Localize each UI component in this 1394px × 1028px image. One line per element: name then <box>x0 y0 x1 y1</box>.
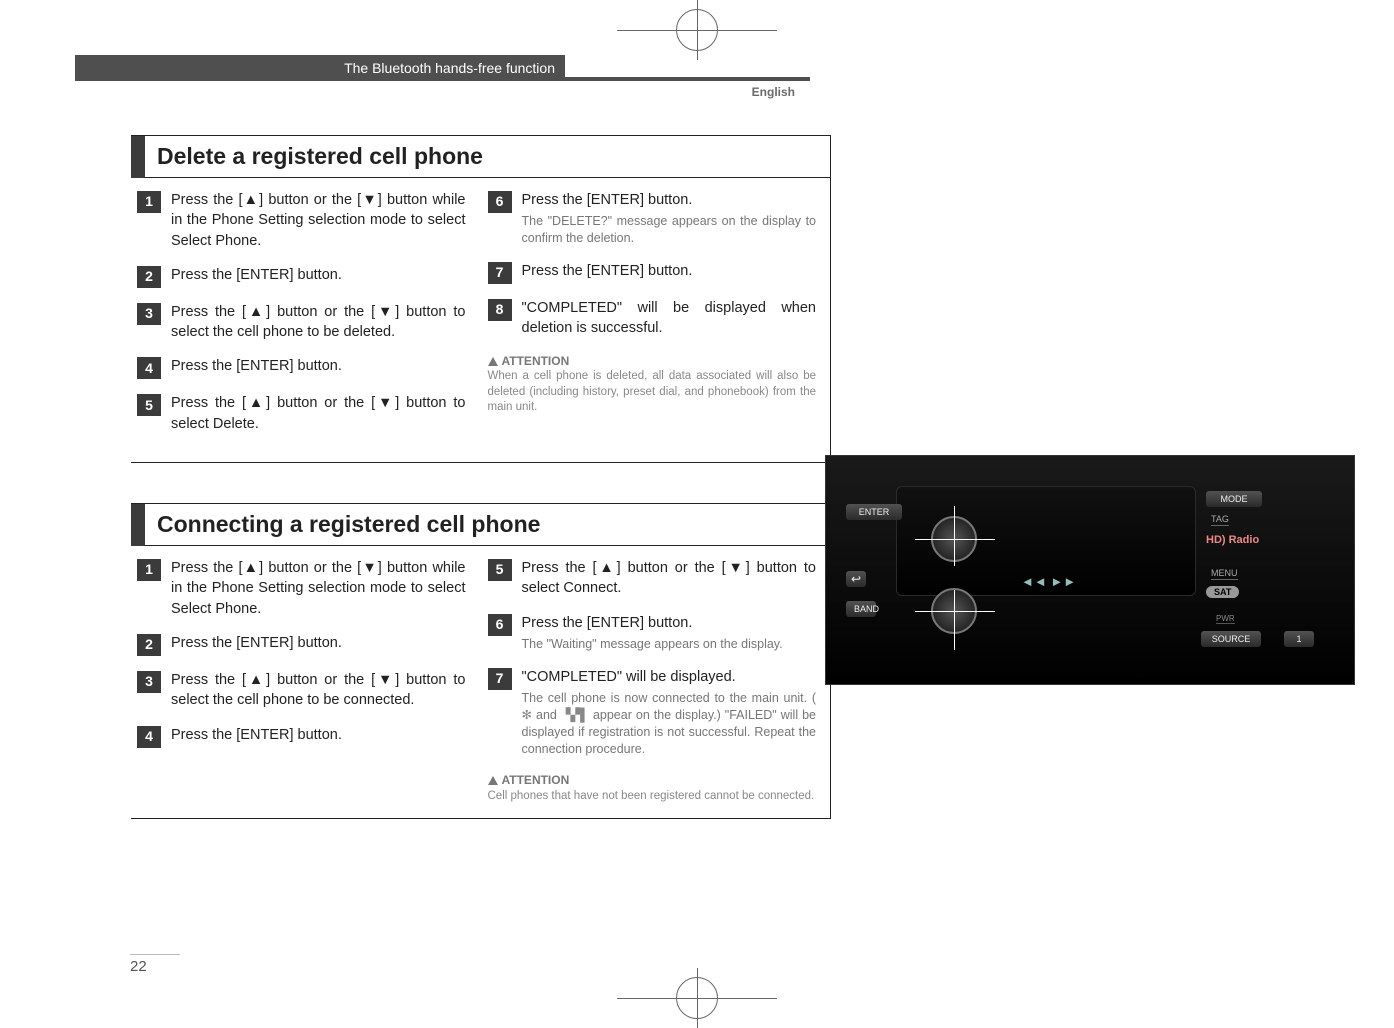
step-text: "COMPLETED" will be displayed when delet… <box>522 298 817 339</box>
step-number: 7 <box>488 262 512 284</box>
section-title: Delete a registered cell phone <box>157 143 483 170</box>
step-number: 4 <box>137 357 161 379</box>
crop-mark-top <box>617 0 777 60</box>
warning-icon <box>488 357 498 366</box>
language-label: English <box>752 85 795 99</box>
step-number: 7 <box>488 668 512 690</box>
step-text: Press the [▲] button or the [▼] button t… <box>522 558 817 599</box>
section-delete-phone: Delete a registered cell phone 1 Press th… <box>131 135 831 463</box>
step-number: 1 <box>137 559 161 581</box>
bluetooth-icon: ✻ <box>522 707 532 724</box>
step-text: Press the [▲] button or the [▼] button t… <box>171 302 466 343</box>
breadcrumb: The Bluetooth hands-free function <box>75 55 565 81</box>
step-number: 5 <box>488 559 512 581</box>
step-text: Press the [▲] button or the [▼] button w… <box>171 190 466 251</box>
page-number: 22 <box>130 954 180 975</box>
step-text: Press the [ENTER] button. <box>522 261 817 281</box>
step-number: 6 <box>488 614 512 636</box>
menu-label: MENU <box>1211 568 1238 580</box>
enter-button-label: ENTER <box>846 504 902 520</box>
attention-body: When a cell phone is deleted, all data a… <box>488 369 817 416</box>
step-text: Press the [ENTER] button. <box>171 633 466 653</box>
step-number: 8 <box>488 299 512 321</box>
step-number: 4 <box>137 726 161 748</box>
up-knob <box>931 516 977 562</box>
step-subtext: The "Waiting" message appears on the dis… <box>522 636 817 653</box>
step-text: Press the [ENTER] button. <box>171 356 466 376</box>
step-number: 3 <box>137 303 161 325</box>
step-number: 6 <box>488 191 512 213</box>
down-knob <box>931 588 977 634</box>
back-button-label: ↩ <box>846 571 866 587</box>
step-text: "COMPLETED" will be displayed. <box>522 667 817 687</box>
car-stereo-illustration: ◄◄ ►► ENTER ↩ BAND MODE TAG HD) Radio ME… <box>825 455 1355 685</box>
step-text: Press the [▲] button or the [▼] button t… <box>171 670 466 711</box>
section-connect-phone: Connecting a registered cell phone 1 Pres… <box>131 503 831 819</box>
sat-label: SAT <box>1206 586 1239 598</box>
mode-button-label: MODE <box>1206 491 1262 507</box>
section-tab <box>131 136 145 178</box>
source-button-label: SOURCE <box>1201 631 1261 647</box>
step-subtext: The cell phone is now connected to the m… <box>522 690 817 758</box>
section-title: Connecting a registered cell phone <box>157 511 540 538</box>
tag-label: TAG <box>1211 514 1229 526</box>
preset-1-button-label: 1 <box>1284 631 1314 647</box>
seek-arrows-icon: ◄◄ ►► <box>1021 574 1076 589</box>
step-number: 3 <box>137 671 161 693</box>
step-text: Press the [ENTER] button. <box>171 265 466 285</box>
step-text: Press the [ENTER] button. <box>522 190 817 210</box>
signal-icon: ▝▞▌ <box>561 707 589 724</box>
step-number: 1 <box>137 191 161 213</box>
warning-icon <box>488 776 498 785</box>
step-text: Press the [ENTER] button. <box>522 613 817 633</box>
step-number: 2 <box>137 266 161 288</box>
step-subtext: The "DELETE?" message appears on the dis… <box>522 213 817 247</box>
hdradio-logo: HD) Radio <box>1206 534 1259 546</box>
step-text: Press the [▲] button or the [▼] button w… <box>171 558 466 619</box>
section-tab <box>131 504 145 546</box>
crop-mark-bottom <box>617 968 777 1028</box>
attention-body: Cell phones that have not been registere… <box>488 789 817 805</box>
band-button-label: BAND <box>846 601 876 617</box>
attention-heading: ATTENTION <box>488 353 817 370</box>
step-number: 5 <box>137 394 161 416</box>
step-number: 2 <box>137 634 161 656</box>
pwr-label: PWR <box>1216 614 1235 624</box>
header-rule <box>565 77 810 81</box>
attention-heading: ATTENTION <box>488 772 817 789</box>
step-text: Press the [▲] button or the [▼] button t… <box>171 393 466 434</box>
step-text: Press the [ENTER] button. <box>171 725 466 745</box>
